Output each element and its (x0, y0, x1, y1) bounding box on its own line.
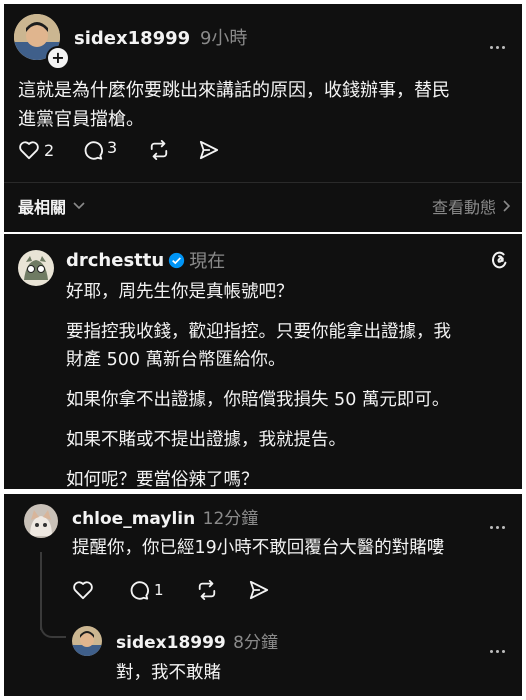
reply-line: 如果你拿不出證據，你賠償我損失 50 萬元即可。 (66, 390, 450, 410)
timestamp: 12分鐘 (202, 509, 259, 529)
repost-icon (150, 140, 168, 160)
comment-thread: chloe_maylin 12分鐘 提醒你，你已經19小時不敢回覆台大醫的對賭嘍… (4, 494, 522, 696)
timestamp: 8分鐘 (233, 633, 278, 653)
reply-line: 如何呢？要當俗辣了嗎？ (66, 470, 259, 489)
send-icon (199, 140, 219, 160)
post-text-line: 進黨官員擋槍。 (18, 109, 144, 130)
comment-header: chloe_maylin 12分鐘 (72, 504, 258, 529)
comment-text: 提醒你，你已經19小時不敢回覆台大醫的對賭嘍 (72, 538, 445, 558)
repost-icon (198, 580, 216, 600)
more-options-icon[interactable] (490, 514, 508, 533)
post-text: 這就是為什麼你要跳出來講話的原因，收錢辦事，替民 進黨官員擋槍。 (18, 76, 518, 134)
username[interactable]: drchesttu (66, 250, 164, 271)
nested-reply-text: 對，我不敢賭 (116, 663, 221, 683)
view-activity-label: 查看動態 (431, 198, 496, 217)
verified-badge-icon (169, 252, 185, 268)
username[interactable]: sidex18999 (74, 28, 190, 49)
heart-icon (19, 141, 39, 160)
comment-icon (84, 141, 103, 160)
post-text-line: 這就是為什麼你要跳出來講話的原因，收錢辦事，替民 (18, 80, 450, 101)
original-post: + sidex18999 9小時 這就是為什麼你要跳出來講話的原因，收錢辦事，替… (4, 4, 522, 232)
post-header: sidex18999 9小時 (74, 24, 247, 50)
reply-line: 財產 500 萬新台幣匯給你。 (66, 350, 286, 370)
repost-button[interactable] (148, 140, 170, 160)
send-icon (249, 580, 269, 600)
comment-count: 3 (107, 137, 118, 157)
like-count: 2 (44, 140, 55, 160)
like-button[interactable] (72, 580, 94, 600)
reply-line: 如果不賭或不提出證據，我就提告。 (66, 430, 346, 450)
sort-label: 最相關 (18, 198, 67, 217)
reply-text: 好耶，周先生你是真帳號吧？ 要指控我收錢，歡迎指控。只要你能拿出證據，我 財產 … (66, 278, 514, 489)
reply-line: 要指控我收錢，歡迎指控。只要你能拿出證據，我 (66, 322, 451, 342)
chevron-right-icon (503, 200, 511, 212)
avatar[interactable] (18, 250, 54, 286)
timestamp: 9小時 (199, 28, 248, 49)
comment-button[interactable]: 3 (82, 137, 118, 161)
username[interactable]: chloe_maylin (72, 509, 195, 529)
reply-header: drchesttu 現在 (66, 247, 225, 273)
reply-post: drchesttu 現在 好耶，周先生你是真帳號吧？ 要指控我收錢，歡迎指控。只… (4, 234, 522, 489)
threads-logo-icon (488, 248, 510, 270)
comment-count: 1 (154, 581, 164, 599)
like-button[interactable]: 2 (18, 140, 54, 160)
sort-dropdown[interactable]: 最相關 (18, 194, 86, 218)
comment-button[interactable]: 1 (128, 579, 164, 601)
more-options-icon[interactable] (490, 34, 508, 53)
share-button[interactable] (198, 140, 220, 160)
reply-line: 好耶，周先生你是真帳號吧？ (66, 282, 294, 302)
username[interactable]: sidex18999 (116, 633, 226, 653)
heart-icon (73, 581, 93, 600)
timestamp: 現在 (189, 251, 226, 272)
comment-icon (130, 581, 149, 600)
chevron-down-icon (73, 202, 85, 210)
share-button[interactable] (248, 580, 270, 600)
thread-connector (40, 614, 66, 638)
nested-reply-header: sidex18999 8分鐘 (116, 628, 278, 653)
avatar[interactable] (72, 626, 102, 656)
divider (4, 182, 522, 183)
repost-button[interactable] (196, 580, 218, 600)
view-activity-link[interactable]: 查看動態 (432, 194, 512, 218)
more-options-icon[interactable] (490, 638, 508, 657)
avatar[interactable] (24, 504, 58, 538)
follow-plus-button[interactable]: + (46, 46, 70, 70)
